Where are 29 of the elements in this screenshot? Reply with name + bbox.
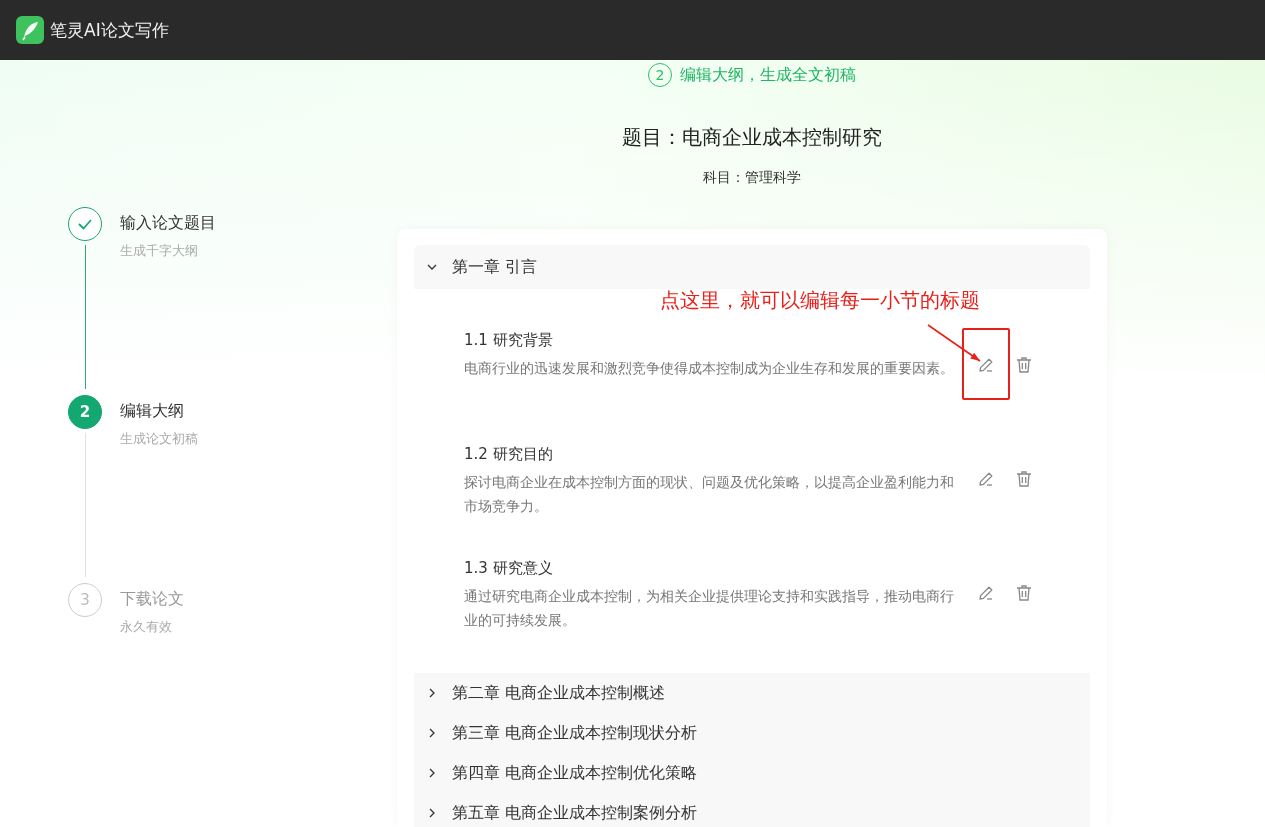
trash-icon[interactable]	[1014, 583, 1034, 603]
trash-icon[interactable]	[1014, 355, 1034, 375]
paper-subject: 科目：管理科学	[703, 169, 801, 187]
chapter-row[interactable]: 第一章 引言	[414, 245, 1090, 289]
section-title: 1.2 研究目的	[464, 445, 554, 464]
section-title: 1.1 研究背景	[464, 331, 554, 350]
section-description: 通过研究电商企业成本控制，为相关企业提供理论支持和实践指导，推动电商行业的可持续发展。	[464, 587, 955, 630]
trash-icon[interactable]	[1014, 469, 1034, 489]
chapter-row[interactable]: 第五章 电商企业成本控制案例分析	[414, 793, 1090, 827]
annotation-text: 点这里，就可以编辑每一小节的标题	[660, 287, 980, 314]
app-title: 笔灵AI论文写作	[50, 18, 169, 42]
step-subtitle: 永久有效	[120, 618, 173, 636]
feather-logo-icon	[16, 16, 44, 44]
step-title: 编辑大纲	[120, 401, 185, 422]
step-subtitle: 生成千字大纲	[120, 242, 199, 260]
step-heading: 编辑大纲，生成全文初稿	[680, 64, 856, 86]
step-number: 3	[68, 583, 102, 617]
section-title: 1.3 研究意义	[464, 559, 554, 578]
chapter-row[interactable]: 第三章 电商企业成本控制现状分析	[414, 713, 1090, 753]
chapter-row[interactable]: 第四章 电商企业成本控制优化策略	[414, 753, 1090, 793]
step-title: 输入论文题目	[120, 213, 216, 234]
section-description: 探讨电商企业在成本控制方面的现状、问题及优化策略，以提高企业盈利能力和市场竞争力。	[464, 473, 955, 516]
paper-title: 题目：电商企业成本控制研究	[622, 124, 882, 151]
chapter-row[interactable]: 第二章 电商企业成本控制概述	[414, 673, 1090, 713]
section-description: 电商行业的迅速发展和激烈竞争使得成本控制成为企业生存和发展的重要因素。	[464, 359, 955, 378]
step-title: 下载论文	[120, 589, 184, 610]
step-number: 2	[68, 395, 102, 429]
highlight-box	[962, 328, 1010, 400]
step-subtitle: 生成论文初稿	[120, 430, 198, 448]
